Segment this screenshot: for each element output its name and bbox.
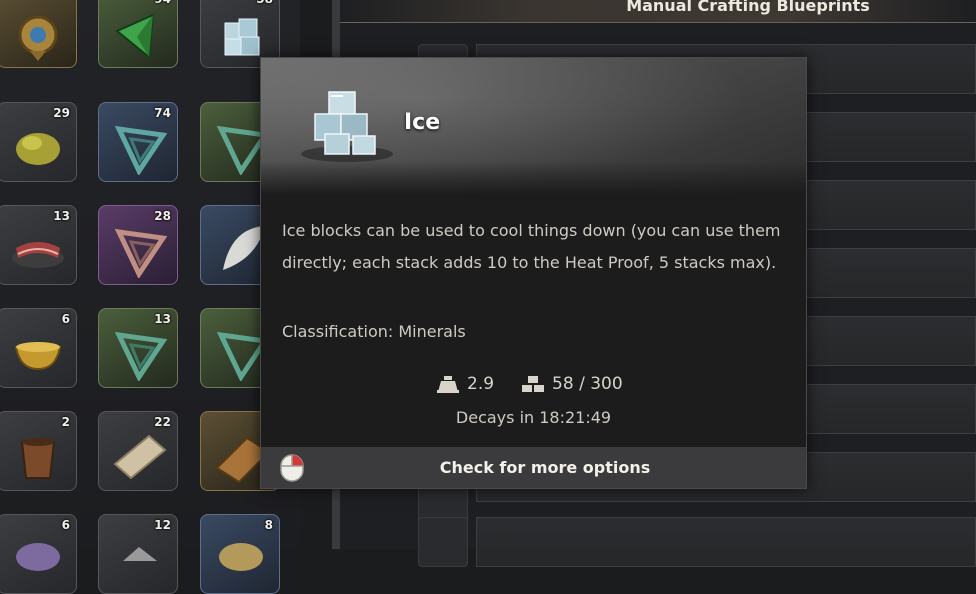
gold-ore-icon [219, 543, 263, 571]
metal-frame-green-icon [114, 331, 168, 381]
ice-cubes-icon [224, 18, 260, 56]
tooltip-banner: Ice [261, 58, 806, 195]
inventory-slot[interactable]: 22 [98, 411, 178, 491]
inventory-slot[interactable]: 8 [200, 514, 280, 594]
inventory-slot[interactable] [0, 0, 77, 68]
item-name: Ice [404, 110, 441, 135]
more-options-bar[interactable]: Check for more options [261, 447, 806, 488]
inventory-slot[interactable]: 13 [0, 205, 77, 285]
stone-icon [123, 547, 157, 561]
metal-frame-purple-icon [114, 228, 168, 278]
wooden-cup-icon [20, 438, 56, 479]
inventory-grid: 94 58 29 74 13 [0, 0, 300, 594]
purple-ore-icon [16, 543, 60, 571]
weight-value: 2.9 [467, 374, 495, 394]
inventory-slot[interactable]: 6 [0, 308, 77, 388]
item-tooltip: Ice Ice blocks can be used to cool thing… [260, 57, 807, 489]
inventory-slot[interactable]: 94 [98, 0, 178, 68]
ice-cubes-icon [301, 91, 393, 162]
banner-fog [261, 161, 806, 195]
stack-stat: 58 / 300 [522, 374, 623, 394]
trophy-emblem-icon [18, 15, 58, 61]
inventory-slot[interactable]: 6 [0, 514, 77, 594]
gold-bowl-icon [14, 342, 62, 371]
raw-meat-icon [12, 242, 64, 268]
inventory-slot[interactable]: 12 [98, 514, 178, 594]
inventory-slot[interactable]: 29 [0, 102, 77, 182]
blueprint-icon[interactable] [418, 517, 468, 567]
more-options-label: Check for more options [439, 458, 651, 477]
item-description: Ice blocks can be used to cool things do… [282, 221, 781, 272]
item-stats: 2.9 58 / 300 [437, 371, 623, 397]
stack-value: 58 / 300 [552, 374, 623, 394]
weight-icon [437, 376, 459, 393]
inventory-slot[interactable]: 13 [98, 308, 178, 388]
cloth-roll-icon [113, 434, 167, 480]
weight-stat: 2.9 [437, 374, 494, 394]
stack-icon [522, 376, 545, 392]
metal-frame-blue-icon [114, 125, 168, 175]
item-classification: Classification: Minerals [282, 322, 466, 341]
sulfur-ore-icon [16, 133, 60, 165]
blueprint-panel-title: Manual Crafting Blueprints [626, 0, 870, 15]
blueprint-row[interactable] [476, 517, 976, 567]
inventory-slot[interactable]: 74 [98, 102, 178, 182]
green-crystal-icon [115, 13, 155, 59]
decay-timer: Decays in 18:21:49 [455, 408, 612, 427]
inventory-slot[interactable]: 2 [0, 411, 77, 491]
inventory-slot[interactable]: 28 [98, 205, 178, 285]
